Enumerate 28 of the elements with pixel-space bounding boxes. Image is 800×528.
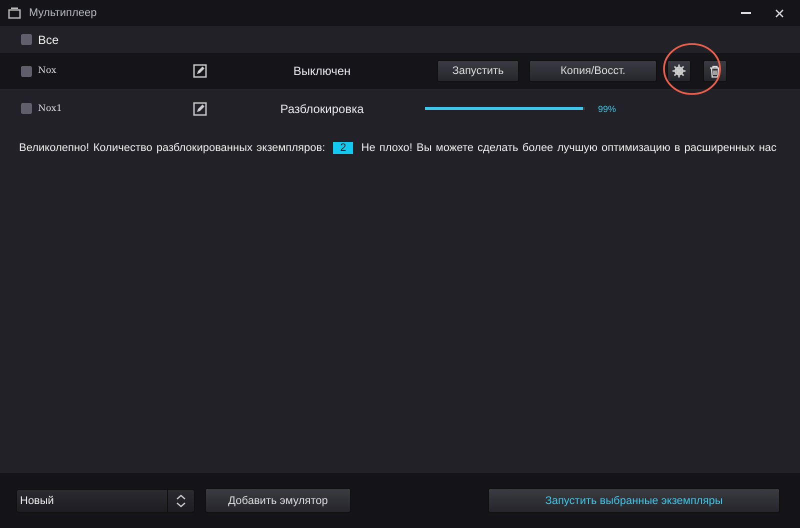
edit-icon[interactable]: [193, 64, 207, 78]
copy-restore-button[interactable]: Копия/Восст.: [529, 60, 657, 82]
window-icon: [8, 7, 21, 19]
trash-icon: [709, 64, 721, 78]
select-all-label: Все: [38, 32, 59, 46]
edit-icon[interactable]: [193, 102, 207, 116]
run-selected-button[interactable]: Запустить выбранные экземпляры: [488, 488, 780, 513]
instance-name: Nox1: [38, 104, 64, 114]
minimize-icon: [741, 12, 751, 14]
close-icon: [775, 8, 784, 18]
checkbox[interactable]: [21, 34, 32, 45]
settings-button[interactable]: [667, 60, 691, 82]
profile-select[interactable]: Новый: [16, 488, 195, 512]
up-down-chevron-icon: [174, 494, 188, 508]
instance-status: Разблокировка: [279, 102, 365, 116]
window-title: Мультиплеер: [29, 7, 98, 19]
checkbox[interactable]: [21, 103, 32, 114]
progress-reading: 99%: [598, 104, 616, 114]
add-emulator-button[interactable]: Добавить эмулятор: [205, 488, 351, 513]
checkbox[interactable]: [21, 66, 32, 76]
instance-name: Nox: [38, 66, 58, 76]
unlock-message: Великолепно! Количество разблокированных экземпляров:: [19, 142, 326, 154]
unlocked-count: 2: [333, 142, 354, 154]
instance-status: Выключен: [292, 64, 352, 78]
delete-button[interactable]: [703, 60, 727, 82]
optimization-hint: Не плохо! Вы можете сделать более лучшую оптимизацию в расширенных нас: [361, 142, 777, 154]
start-button[interactable]: Запустить: [437, 60, 519, 82]
gear-icon: [672, 64, 686, 78]
